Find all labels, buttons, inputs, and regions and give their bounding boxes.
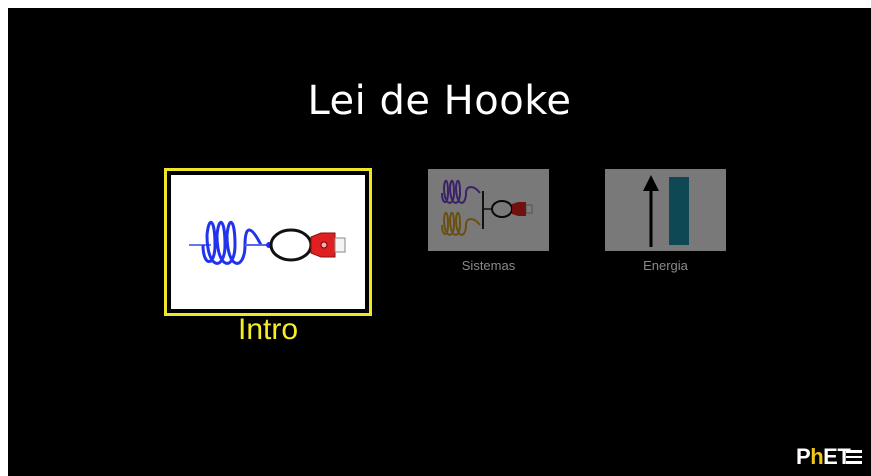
menu-line [846, 461, 862, 464]
page-title: Lei de Hooke [307, 78, 572, 124]
menu-line [846, 450, 862, 453]
screen-label-energia[interactable]: Energia [605, 258, 726, 273]
intro-thumbnail-frame[interactable] [164, 168, 372, 316]
screen-label-intro[interactable]: Intro [164, 313, 372, 347]
menu-line [846, 455, 862, 458]
phet-logo: PhET [796, 444, 851, 469]
intro-thumbnail[interactable] [171, 175, 365, 309]
home-screen: Lei de Hooke Intro Sistemas Energia PhET [8, 8, 871, 476]
hamburger-menu-icon[interactable] [846, 450, 862, 464]
screen-label-sistemas[interactable]: Sistemas [428, 258, 549, 273]
spring-grabber-icon [189, 221, 346, 265]
two-springs-icon [441, 179, 533, 236]
energia-thumbnail[interactable] [605, 169, 726, 251]
energy-bar-icon [643, 175, 689, 247]
sistemas-thumbnail[interactable] [428, 169, 549, 251]
